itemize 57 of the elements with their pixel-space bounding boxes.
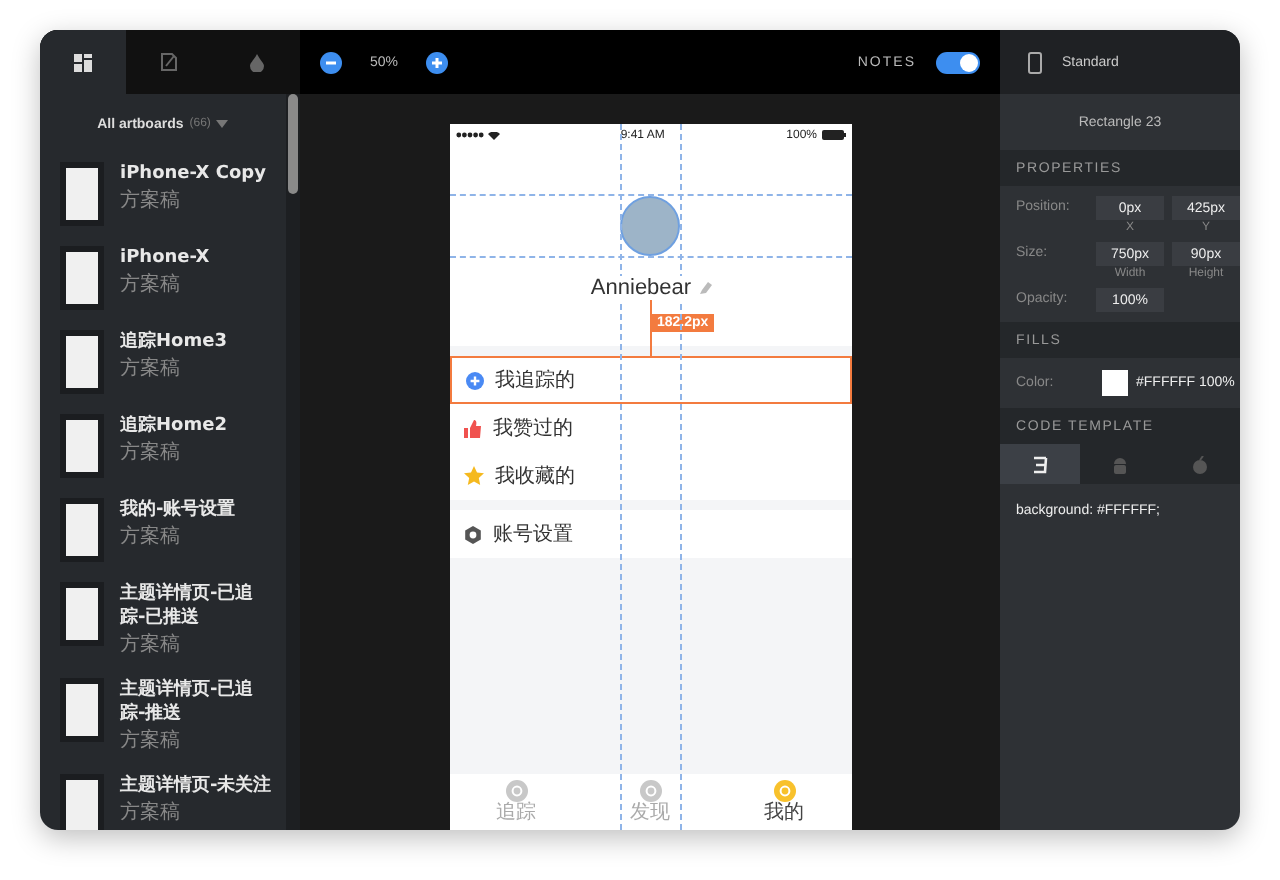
caret-icon[interactable] [216, 120, 229, 128]
battery-icon [821, 130, 845, 140]
phone-icon[interactable] [1028, 51, 1042, 73]
artboard-subtitle: 方案稿 [120, 632, 182, 658]
robot-icon [1112, 455, 1128, 473]
grid-icon [74, 53, 93, 71]
avatar-photo [620, 196, 680, 256]
pen-icon [160, 52, 179, 72]
artboard-thumbnail[interactable] [60, 498, 104, 562]
artboard-name[interactable]: 主题详情页-未关注 [120, 774, 274, 798]
artboard-name[interactable]: iPhone-X [120, 246, 274, 270]
artboard-name[interactable]: 我的-账号设置 [120, 498, 274, 522]
tab-icon [773, 780, 795, 802]
scrollbar-thumb[interactable] [288, 94, 298, 194]
code-tab[interactable] [1000, 444, 1080, 484]
artboard-subtitle: 方案稿 [120, 800, 182, 826]
tab-icon [639, 780, 661, 802]
artboard-name[interactable]: 主题详情页-已追踪-已推送 [120, 582, 274, 630]
artboard-name[interactable]: iPhone-X Copy [120, 162, 274, 186]
artboard-thumbnail[interactable] [60, 582, 104, 646]
artboard-name[interactable]: 追踪Home3 [120, 330, 274, 354]
menu-row[interactable]: 我赞过的 [449, 404, 851, 452]
artboard-thumbnail[interactable] [60, 162, 104, 226]
profile-name: Anniebear [588, 276, 694, 300]
artboard-thumbnail[interactable] [60, 330, 104, 394]
zoom-out-icon[interactable] [320, 51, 342, 73]
gear-icon [463, 525, 481, 543]
artboard-thumbnail[interactable] [60, 414, 104, 478]
artboard-name[interactable]: 追踪Home2 [120, 414, 274, 438]
artboard-subtitle: 方案稿 [120, 188, 182, 214]
sidebar-tab[interactable] [40, 30, 127, 94]
artboard-subtitle: 方案稿 [120, 728, 182, 754]
plus-icon [465, 371, 483, 389]
menu-row[interactable]: 我追踪的 [449, 356, 851, 404]
shield-icon [1032, 455, 1048, 473]
color-swatch[interactable] [1102, 370, 1128, 396]
artboard-thumbnail[interactable] [60, 246, 104, 310]
zoom-in-icon[interactable] [426, 51, 449, 73]
star-icon [463, 466, 483, 486]
wifi-icon [487, 131, 499, 139]
thumbs-up-icon [463, 419, 481, 437]
artboard-subtitle: 方案稿 [120, 440, 182, 466]
apple-icon [1192, 455, 1208, 473]
artboard-subtitle: 方案稿 [120, 272, 182, 298]
artboard-thumbnail[interactable] [60, 774, 104, 830]
menu-row[interactable]: 账号设置 [449, 510, 851, 558]
notes-toggle[interactable] [936, 51, 980, 73]
artboard-subtitle: 方案稿 [120, 356, 182, 382]
scrollbar[interactable] [286, 94, 300, 830]
tab-bar-item[interactable]: 我的 [717, 774, 851, 830]
tab-icon [505, 780, 527, 802]
artboard-name[interactable]: 主题详情页-已追踪-推送 [120, 678, 274, 726]
drop-icon [249, 53, 264, 71]
menu-row[interactable]: 我收藏的 [449, 452, 851, 500]
artboard-thumbnail[interactable] [60, 678, 104, 742]
signal-icon [455, 132, 483, 138]
artboard-subtitle: 方案稿 [120, 524, 182, 550]
